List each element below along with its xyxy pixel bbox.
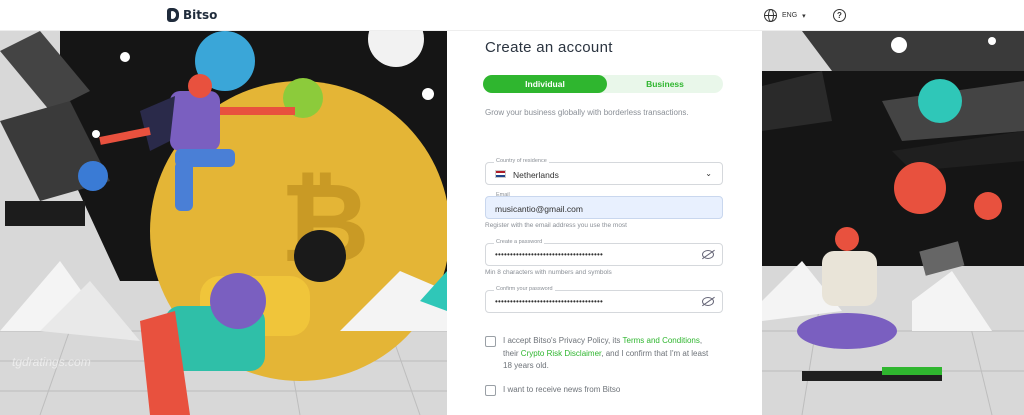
- email-label: Email: [496, 192, 510, 198]
- tab-business[interactable]: Business: [607, 75, 723, 93]
- password-value: ••••••••••••••••••••••••••••••••••••: [495, 250, 604, 259]
- country-label: Country of residence: [494, 158, 549, 164]
- crypto-risk-disclaimer-link[interactable]: Crypto Risk Disclaimer: [521, 349, 601, 358]
- brand-name: Bitso: [183, 8, 218, 22]
- help-icon[interactable]: ?: [833, 9, 846, 22]
- watermark: tgdratings.com: [12, 355, 91, 369]
- top-header: Bitso ENG ▾ ?: [0, 0, 1024, 31]
- eye-slash-icon[interactable]: [702, 297, 714, 306]
- confirm-password-label: Confirm your password: [494, 286, 555, 292]
- language-selector[interactable]: ENG ▾: [764, 9, 806, 22]
- password-label: Create a password: [494, 239, 545, 245]
- email-value: musicantio@gmail.com: [495, 204, 583, 214]
- tab-individual[interactable]: Individual: [483, 75, 607, 93]
- news-checkbox[interactable]: [485, 385, 496, 396]
- terms-prefix: I accept Bitso's Privacy Policy, its: [503, 336, 623, 345]
- bitso-logo[interactable]: Bitso: [167, 8, 217, 22]
- confirm-password-field[interactable]: Confirm your password ••••••••••••••••••…: [485, 286, 723, 313]
- terms-conditions-link[interactable]: Terms and Conditions: [623, 336, 700, 345]
- country-value: Netherlands: [513, 170, 559, 180]
- news-text: I want to receive news from Bitso: [503, 385, 621, 394]
- password-field[interactable]: Create a password ••••••••••••••••••••••…: [485, 239, 723, 266]
- globe-icon: [764, 9, 777, 22]
- page-title: Create an account: [485, 39, 613, 56]
- right-illustration-art: [762, 31, 1024, 415]
- account-type-toggle: Individual Business: [483, 75, 723, 93]
- country-select[interactable]: Country of residence Netherlands ⌄: [485, 158, 723, 185]
- signup-panel: Create an account Individual Business Gr…: [447, 31, 762, 415]
- bitso-logo-icon: [167, 8, 179, 22]
- panel-description: Grow your business globally with borderl…: [485, 108, 689, 117]
- email-field[interactable]: Email musicantio@gmail.com: [485, 192, 723, 219]
- language-code: ENG: [782, 12, 798, 19]
- confirm-password-value: ••••••••••••••••••••••••••••••••••••: [495, 297, 604, 306]
- right-illustration: [762, 31, 1024, 415]
- terms-text: I accept Bitso's Privacy Policy, its Ter…: [503, 335, 718, 373]
- netherlands-flag-icon: [495, 170, 506, 178]
- caret-down-icon: ▾: [802, 12, 806, 20]
- password-hint: Min 8 characters with numbers and symbol…: [485, 269, 612, 276]
- eye-slash-icon[interactable]: [702, 250, 714, 259]
- email-hint: Register with the email address you use …: [485, 222, 627, 229]
- terms-checkbox[interactable]: [485, 336, 496, 347]
- chevron-down-icon: ⌄: [705, 169, 712, 178]
